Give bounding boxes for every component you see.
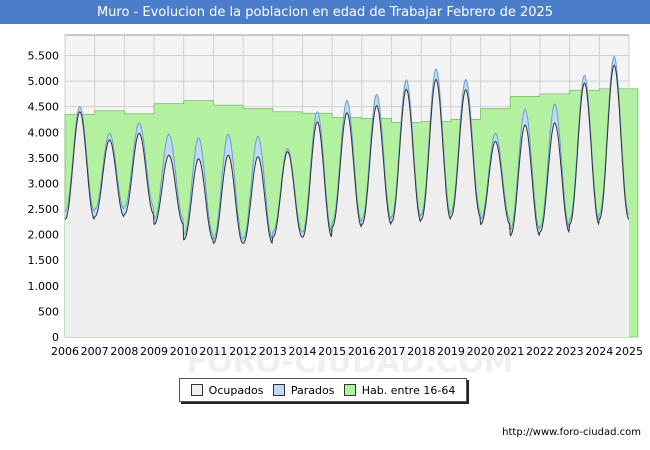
y-tick-label: 3.500 xyxy=(28,152,60,165)
x-tick-label: 2020 xyxy=(467,345,495,358)
x-tick-label: 2013 xyxy=(259,345,287,358)
x-tick-label: 2022 xyxy=(526,345,554,358)
x-tick-label: 2006 xyxy=(51,345,79,358)
y-tick-label: 3.000 xyxy=(28,177,60,190)
y-tick-label: 4.000 xyxy=(28,126,60,139)
legend-label: Hab. entre 16-64 xyxy=(361,383,456,397)
x-tick-label: 2025 xyxy=(615,345,643,358)
x-tick-label: 2016 xyxy=(348,345,376,358)
y-tick-label: 5.000 xyxy=(28,75,60,88)
y-tick-label: 4.500 xyxy=(28,101,60,114)
legend-item: Parados xyxy=(272,383,335,397)
x-tick-label: 2024 xyxy=(585,345,613,358)
x-tick-label: 2018 xyxy=(407,345,435,358)
x-tick-label: 2008 xyxy=(110,345,138,358)
legend-label: Ocupados xyxy=(208,383,264,397)
source-url: http://www.foro-ciudad.com xyxy=(502,427,641,438)
x-tick-label: 2014 xyxy=(288,345,316,358)
x-tick-label: 2019 xyxy=(437,345,465,358)
legend-item: Ocupados xyxy=(190,383,264,397)
legend-swatch xyxy=(190,384,203,396)
x-tick-label: 2015 xyxy=(318,345,346,358)
y-tick-label: 2.000 xyxy=(28,229,60,242)
x-tick-label: 2007 xyxy=(81,345,109,358)
x-tick-label: 2009 xyxy=(140,345,168,358)
x-tick-label: 2010 xyxy=(170,345,198,358)
legend-label: Parados xyxy=(290,383,335,397)
x-tick-label: 2023 xyxy=(556,345,584,358)
x-tick-label: 2017 xyxy=(378,345,406,358)
y-tick-label: 1.000 xyxy=(28,280,60,293)
x-tick-label: 2021 xyxy=(496,345,524,358)
y-tick-label: 1.500 xyxy=(28,254,60,267)
x-tick-label: 2011 xyxy=(199,345,227,358)
y-tick-label: 2.500 xyxy=(28,203,60,216)
y-tick-label: 0 xyxy=(52,331,59,344)
y-tick-label: 5.500 xyxy=(28,49,60,62)
legend-item: Hab. entre 16-64 xyxy=(343,383,456,397)
x-tick-label: 2012 xyxy=(229,345,257,358)
legend-swatch xyxy=(272,384,285,396)
legend: Ocupados Parados Hab. entre 16-64 xyxy=(179,378,467,402)
y-tick-label: 500 xyxy=(38,305,59,318)
legend-swatch xyxy=(343,384,356,396)
